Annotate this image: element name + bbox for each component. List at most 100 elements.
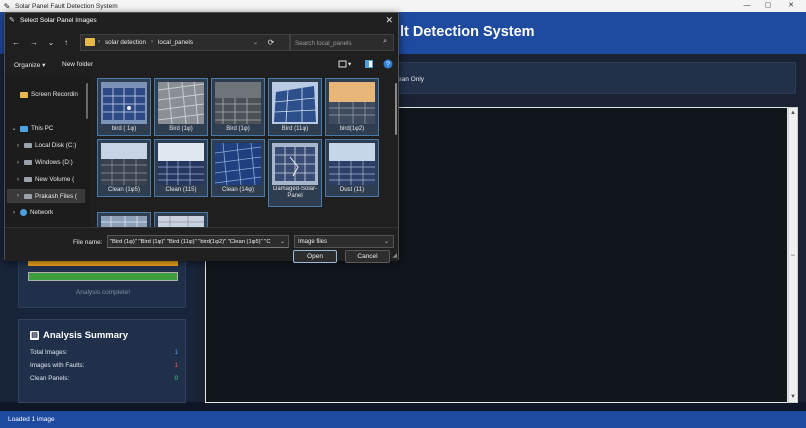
- nav-item-label: Local Disk (C:): [35, 142, 77, 149]
- file-grid: bird ( 1φ) Bird (1φ) Bird (1φ) Bird (11φ…: [94, 75, 394, 227]
- file-type-select[interactable]: Image files ⌄: [294, 235, 394, 248]
- forward-arrow-icon[interactable]: →: [28, 37, 40, 49]
- nav-scroll-thumb[interactable]: [86, 83, 88, 119]
- file-name: Clean (115): [165, 187, 197, 193]
- status-text: Loaded 1 image: [8, 416, 55, 423]
- nav-item-label: This PC: [31, 125, 54, 132]
- image-thumbnail: [329, 143, 375, 185]
- nav-item-this-pc[interactable]: ⌄ This PC: [11, 125, 53, 132]
- image-thumbnail: [215, 143, 261, 185]
- file-tile[interactable]: Clean (14φ): [211, 139, 265, 197]
- breadcrumb-separator-icon: ›: [98, 39, 100, 45]
- breadcrumb-local-panels[interactable]: local_panels: [158, 39, 193, 46]
- nav-item-label: Network: [30, 209, 54, 216]
- cancel-button[interactable]: Cancel: [345, 250, 390, 263]
- up-arrow-icon[interactable]: ↑: [60, 37, 72, 49]
- summary-value: 0: [174, 375, 178, 382]
- file-tile[interactable]: bird(1φ2): [325, 78, 379, 136]
- refresh-icon[interactable]: ⟳: [265, 37, 277, 49]
- caret-icon[interactable]: ›: [15, 143, 21, 149]
- progress-bar-fill: [29, 273, 177, 280]
- summary-label: Total Images:: [30, 349, 68, 356]
- caret-icon[interactable]: ›: [15, 177, 21, 183]
- caret-icon[interactable]: ›: [15, 193, 21, 199]
- scroll-down-arrow-icon[interactable]: ▼: [789, 392, 797, 402]
- computer-icon: [20, 125, 28, 132]
- file-tile[interactable]: Clean (1φ5): [97, 139, 151, 197]
- nav-item-windows[interactable]: › Windows (D:): [15, 159, 73, 166]
- open-button[interactable]: Open: [293, 250, 337, 263]
- file-name-value[interactable]: "Bird (1φ)" "Bird (1φ)" "Bird (11φ)" "bi…: [110, 239, 278, 245]
- disk-icon: [24, 160, 32, 165]
- view-dropdown-icon[interactable]: ▾: [348, 60, 351, 68]
- address-bar[interactable]: › solar detection › local_panels ⌄: [80, 34, 290, 51]
- summary-title: Analysis Summary: [43, 330, 129, 341]
- file-open-dialog: ✎ Select Solar Panel Images ✕ ← → ⌄ ↑ › …: [4, 12, 399, 263]
- file-tile[interactable]: [97, 212, 151, 227]
- scroll-grip[interactable]: ═: [790, 254, 796, 259]
- nav-item-prakash-files[interactable]: › Prakash Files (: [7, 189, 85, 203]
- summary-label: Images with Faults:: [30, 362, 85, 369]
- resize-grip-icon[interactable]: ◢: [392, 252, 397, 259]
- filter-clean-only-option[interactable]: ean Only: [398, 76, 424, 83]
- file-tile[interactable]: Bird (11φ): [268, 78, 322, 136]
- summary-heading: ▤ Analysis Summary: [30, 330, 128, 341]
- file-name: bird(1φ2): [339, 126, 365, 132]
- nav-item-network[interactable]: › Network: [11, 209, 53, 216]
- file-name-field[interactable]: "Bird (1φ)" "Bird (1φ)" "Bird (11φ)" "bi…: [107, 235, 289, 248]
- file-scroll-thumb[interactable]: [395, 83, 397, 135]
- nav-item-label: Screen Recordin: [31, 91, 78, 98]
- results-scrollbar[interactable]: ▲ ═ ▼: [788, 107, 798, 403]
- app-heading: lt Detection System: [400, 24, 535, 40]
- back-arrow-icon[interactable]: ←: [10, 37, 22, 49]
- nav-item-label: Prakash Files (: [35, 192, 77, 200]
- file-tile[interactable]: Clean (115): [154, 139, 208, 197]
- scroll-up-arrow-icon[interactable]: ▲: [789, 108, 797, 118]
- image-thumbnail: [101, 143, 147, 185]
- file-tile[interactable]: Bird (1φ): [211, 78, 265, 136]
- recent-locations-icon[interactable]: ⌄: [45, 37, 57, 49]
- file-tile[interactable]: bird ( 1φ): [97, 78, 151, 136]
- caret-icon[interactable]: ›: [11, 210, 17, 216]
- nav-pane-scrollbar[interactable]: [85, 75, 89, 227]
- caret-icon[interactable]: ⌄: [11, 125, 17, 132]
- summary-row-total: Total Images: 1: [30, 349, 178, 356]
- nav-item-new-volume[interactable]: › New Volume (: [15, 176, 74, 183]
- disk-icon: [24, 193, 32, 199]
- file-name: Dust (11): [339, 187, 365, 193]
- search-box[interactable]: ⌕: [290, 34, 394, 51]
- nav-item-screen-recordings[interactable]: Screen Recordin: [11, 91, 78, 98]
- nav-item-local-disk[interactable]: › Local Disk (C:): [15, 142, 76, 149]
- file-tile[interactable]: Dust (11): [325, 139, 379, 197]
- file-grid-scrollbar[interactable]: [394, 75, 399, 227]
- help-icon[interactable]: ?: [383, 59, 393, 69]
- search-input[interactable]: [295, 38, 375, 48]
- folder-icon: [85, 38, 95, 46]
- file-tile[interactable]: [154, 212, 208, 227]
- chevron-down-icon[interactable]: ⌄: [280, 238, 285, 245]
- breadcrumb-solar-detection[interactable]: solar detection: [105, 39, 146, 46]
- close-window-button[interactable]: ✕: [778, 0, 804, 12]
- preview-pane-icon[interactable]: [364, 59, 374, 69]
- file-name: Clean (1φ5): [108, 187, 140, 193]
- new-folder-button[interactable]: New folder: [62, 61, 93, 68]
- file-type-value: Image files: [298, 239, 328, 245]
- address-dropdown-icon[interactable]: ⌄: [253, 39, 258, 46]
- navigation-pane: Screen Recordin ⌄ This PC › Local Disk (…: [5, 75, 91, 227]
- search-icon[interactable]: ⌕: [383, 38, 387, 46]
- file-name: bird ( 1φ): [111, 126, 137, 132]
- file-tile[interactable]: Damaged-Solar-Panel: [268, 139, 322, 207]
- image-thumbnail: [158, 216, 204, 227]
- chevron-down-icon[interactable]: ⌄: [384, 238, 389, 245]
- dialog-close-button[interactable]: ✕: [385, 15, 393, 26]
- summary-value: 1: [174, 349, 178, 356]
- view-options-icon[interactable]: [338, 59, 348, 69]
- dialog-titlebar: ✎ Select Solar Panel Images ✕: [5, 13, 398, 29]
- file-tile[interactable]: Bird (1φ): [154, 78, 208, 136]
- file-name: Clean (14φ): [222, 187, 254, 193]
- nav-item-label: New Volume (: [35, 176, 75, 183]
- dialog-feather-icon: ✎: [9, 17, 15, 24]
- disk-icon: [24, 143, 32, 148]
- caret-icon[interactable]: ›: [15, 160, 21, 166]
- organize-button[interactable]: Organize ▾: [14, 61, 45, 69]
